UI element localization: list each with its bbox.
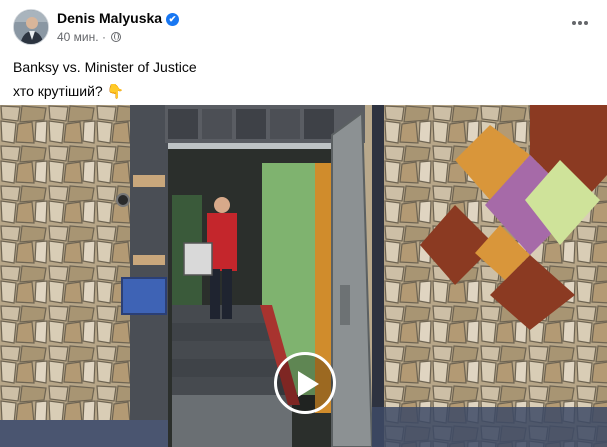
play-icon <box>298 371 319 397</box>
globe-icon <box>111 32 122 42</box>
avatar[interactable] <box>13 9 49 45</box>
post-text-line-2: хто крутіший? 👇 <box>13 79 197 103</box>
timestamp[interactable]: 40 мин. <box>57 30 99 44</box>
play-button[interactable] <box>274 352 336 414</box>
meta-separator: · <box>101 30 106 44</box>
author-name-text[interactable]: Denis Malyuska <box>57 10 162 26</box>
post-question: хто крутіший? <box>13 83 103 99</box>
pointing-down-emoji-icon: 👇 <box>106 83 125 99</box>
video-thumbnail[interactable] <box>0 105 607 447</box>
post-text-line-1: Banksy vs. Minister of Justice <box>13 59 197 75</box>
post-text: Banksy vs. Minister of Justice хто круті… <box>13 55 197 103</box>
more-options-button[interactable] <box>570 13 590 33</box>
post-header: Denis Malyuska ✔ 40 мин. · <box>0 0 607 52</box>
author-name[interactable]: Denis Malyuska ✔ <box>57 10 180 26</box>
verified-badge-icon: ✔ <box>166 13 180 26</box>
more-options-icon <box>572 21 588 25</box>
post-meta: 40 мин. · <box>57 30 122 44</box>
